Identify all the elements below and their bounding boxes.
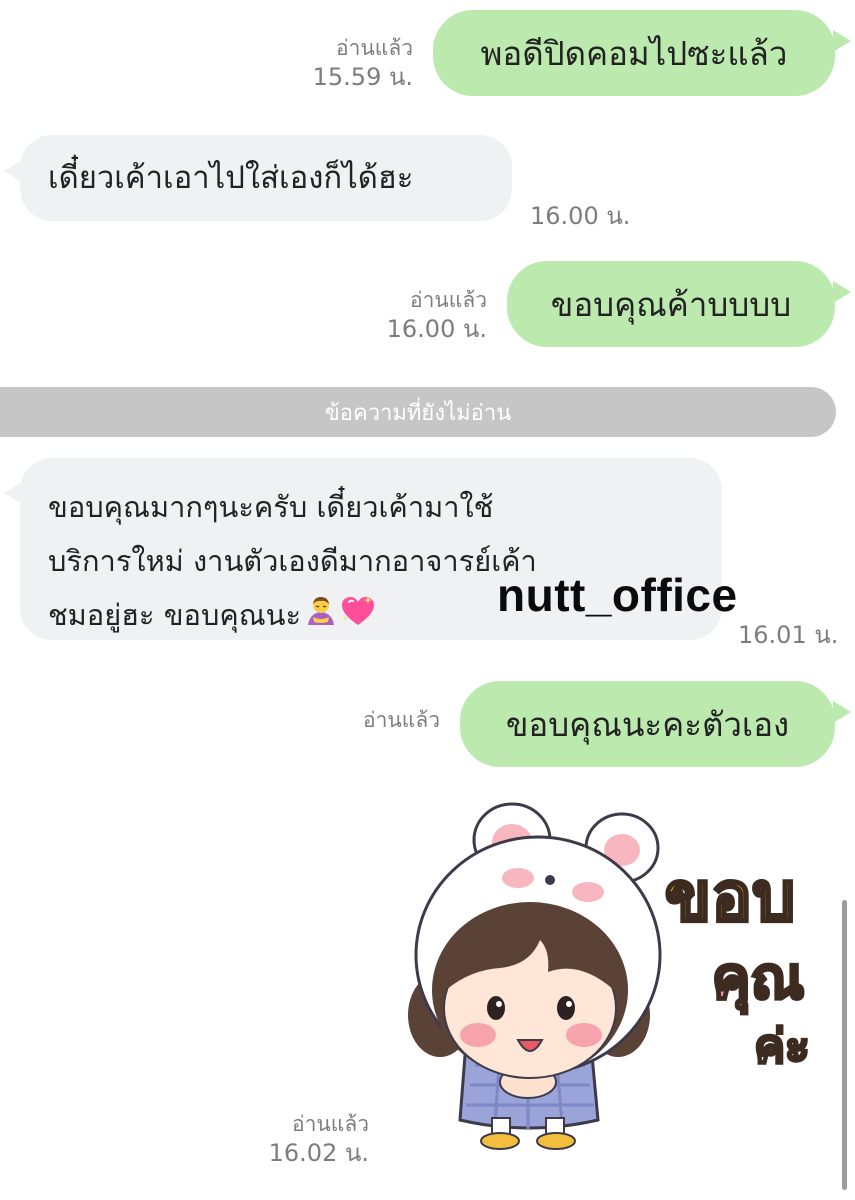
message-time: 16.00 น.	[530, 202, 631, 230]
message-line: ชมอยู่ฮะ ขอบคุณนะ	[48, 598, 302, 632]
message-time: 16.00 น.	[386, 315, 487, 343]
person-bowing-emoji-icon	[305, 590, 337, 644]
message-meta: อ่านแล้ว 16.00 น.	[387, 286, 487, 344]
chat-view: อ่านแล้ว 15.59 น. พอดีปิดคอมไปซะแล้ว เดี…	[0, 0, 855, 1200]
message-bubble-outgoing[interactable]: ขอบคุณค้าบบบบ	[507, 261, 835, 347]
bubble-tail	[833, 30, 851, 52]
sparkling-heart-emoji-icon	[341, 590, 375, 644]
message-text: ขอบคุณค้าบบบบ	[550, 284, 792, 324]
message-text: พอดีปิดคอมไปซะแล้ว	[480, 33, 788, 73]
bubble-tail	[833, 281, 851, 303]
read-receipt: อ่านแล้ว	[363, 708, 440, 732]
bubble-tail	[833, 701, 851, 723]
message-bubble-outgoing[interactable]: ขอบคุณนะคะตัวเอง	[460, 681, 835, 767]
message-time: 15.59 น.	[312, 63, 413, 91]
scrollbar[interactable]	[842, 900, 847, 1190]
message-text: เดี๋ยวเค้าเอาไปใส่เองก็ได้ฮะ	[48, 159, 414, 196]
sticker-text: ขอบ	[665, 858, 796, 937]
message-text: ขอบคุณนะคะตัวเอง	[505, 704, 790, 744]
message-line: ขอบคุณมากๆนะครับ เดี๋ยวเค้ามาใช้	[48, 490, 494, 524]
message-meta: อ่านแล้ว 16.02 น.	[269, 1110, 369, 1168]
message-time: 16.01 น.	[738, 621, 839, 649]
unread-divider-label: ข้อความที่ยังไม่อ่าน	[324, 400, 512, 426]
read-receipt: อ่านแล้ว	[292, 1112, 369, 1136]
message-bubble-outgoing[interactable]: พอดีปิดคอมไปซะแล้ว	[433, 10, 835, 96]
unread-divider: ข้อความที่ยังไม่อ่าน	[0, 387, 836, 437]
message-meta: อ่านแล้ว	[363, 706, 440, 735]
message-bubble-incoming[interactable]: เดี๋ยวเค้าเอาไปใส่เองก็ได้ฮะ	[20, 135, 512, 221]
sticker-text: คุณ	[712, 944, 805, 1015]
sticker-girl-bunny-hood-icon: ขอบ คุณ ค่ะ	[408, 802, 811, 1150]
read-receipt: อ่านแล้ว	[410, 288, 487, 312]
message-time: 16.02 น.	[268, 1139, 369, 1167]
sticker-text: ค่ะ	[754, 1019, 809, 1073]
message-meta: อ่านแล้ว 15.59 น.	[313, 34, 413, 92]
sticker-message[interactable]: ขอบ คุณ ค่ะ	[400, 800, 840, 1150]
watermark-text: nutt_office	[497, 569, 738, 621]
read-receipt: อ่านแล้ว	[336, 36, 413, 60]
